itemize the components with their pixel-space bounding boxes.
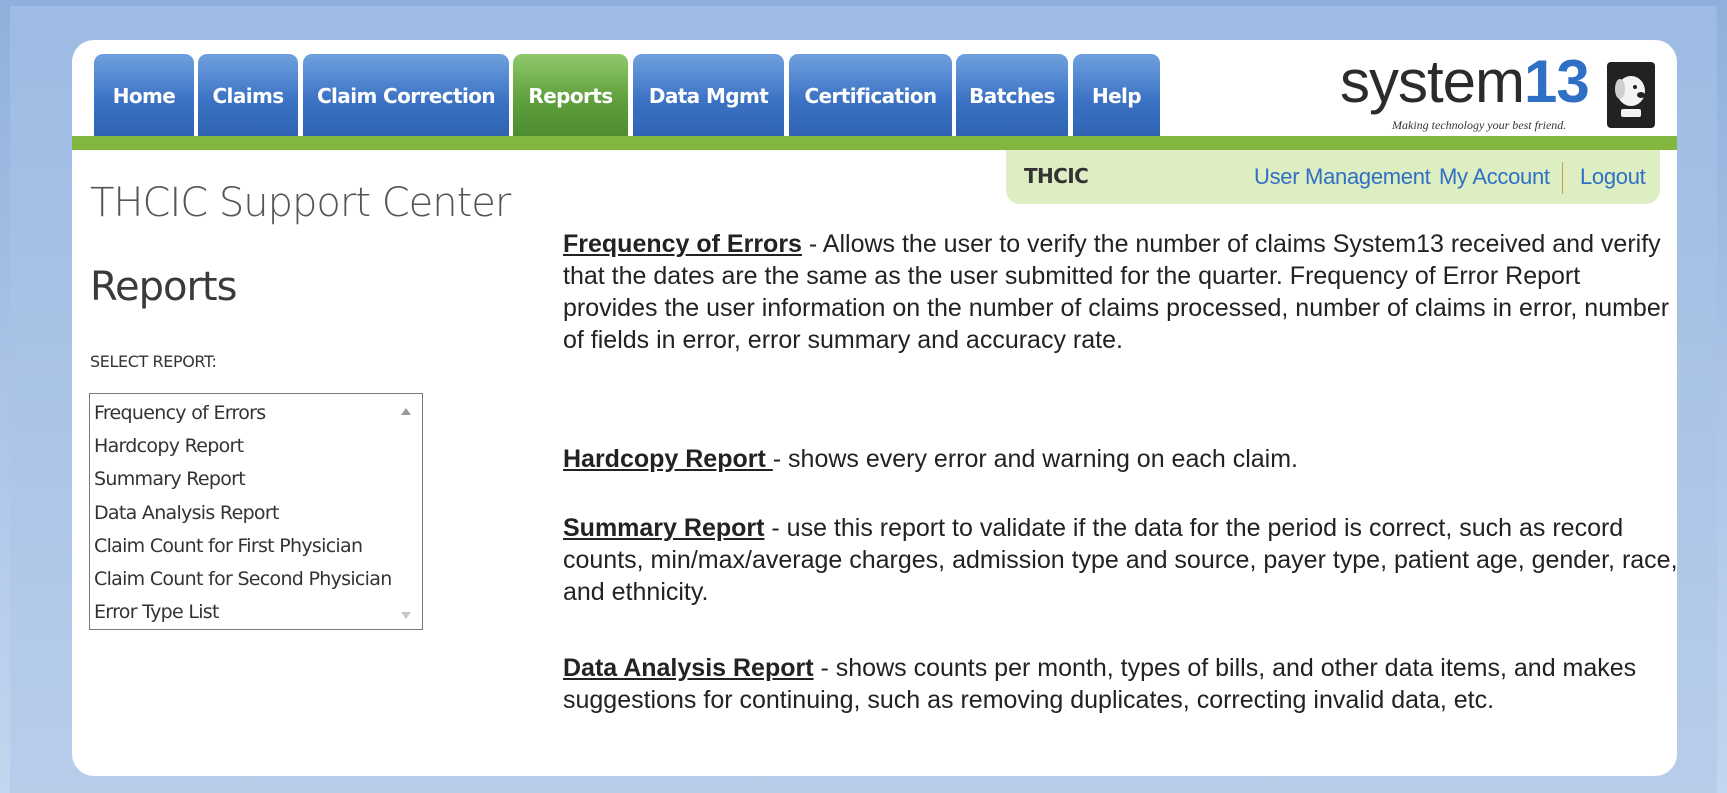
- description-summary-report: Summary Report - use this report to vali…: [563, 512, 1678, 608]
- summary-report-link[interactable]: Summary Report: [563, 514, 764, 542]
- tab-data-mgmt[interactable]: Data Mgmt: [633, 54, 784, 138]
- list-item[interactable]: Hardcopy Report: [94, 435, 244, 457]
- scroll-up-icon[interactable]: [401, 408, 411, 415]
- brand-logo: system13: [1340, 52, 1590, 112]
- list-item[interactable]: Summary Report: [94, 468, 246, 490]
- nav-underline-bar: [72, 136, 1677, 150]
- brand-number: 13: [1524, 48, 1590, 115]
- logout-link[interactable]: Logout: [1580, 164, 1646, 190]
- brand-tagline: Making technology your best friend.: [1392, 118, 1567, 132]
- brand-name: system: [1340, 48, 1525, 115]
- list-item[interactable]: Claim Count for Second Physician: [94, 568, 392, 590]
- tab-claims[interactable]: Claims: [198, 54, 298, 138]
- user-management-link[interactable]: User Management: [1254, 164, 1431, 190]
- description-text: - shows every error and warning on each …: [772, 445, 1298, 473]
- list-item[interactable]: Claim Count for First Physician: [94, 535, 363, 557]
- site-title: THCIC Support Center: [90, 180, 511, 226]
- tab-help[interactable]: Help: [1073, 54, 1160, 138]
- description-frequency-of-errors: Frequency of Errors - Allows the user to…: [563, 228, 1678, 356]
- scroll-down-icon[interactable]: [401, 612, 411, 619]
- tab-claim-correction[interactable]: Claim Correction: [303, 54, 509, 138]
- dog-icon: [1607, 62, 1655, 128]
- account-separator: [1562, 162, 1563, 194]
- description-hardcopy-report: Hardcopy Report - shows every error and …: [563, 443, 1678, 475]
- my-account-link[interactable]: My Account: [1439, 164, 1550, 190]
- organization-label: THCIC: [1024, 164, 1089, 188]
- tab-batches[interactable]: Batches: [956, 54, 1068, 138]
- description-data-analysis-report: Data Analysis Report - shows counts per …: [563, 652, 1678, 716]
- tab-home[interactable]: Home: [94, 54, 194, 138]
- frequency-of-errors-link[interactable]: Frequency of Errors: [563, 230, 802, 258]
- data-analysis-report-link[interactable]: Data Analysis Report: [563, 654, 814, 682]
- report-listbox[interactable]: Frequency of Errors Hardcopy Report Summ…: [89, 393, 423, 630]
- list-item[interactable]: Data Analysis Report: [94, 502, 279, 524]
- list-item[interactable]: Frequency of Errors: [94, 402, 266, 424]
- list-item[interactable]: Error Type List: [94, 601, 219, 623]
- hardcopy-report-link[interactable]: Hardcopy Report: [563, 445, 773, 473]
- tab-certification[interactable]: Certification: [789, 54, 952, 138]
- page-title: Reports: [90, 264, 237, 310]
- tab-reports[interactable]: Reports: [513, 54, 628, 138]
- select-report-label: SELECT REPORT:: [90, 352, 217, 371]
